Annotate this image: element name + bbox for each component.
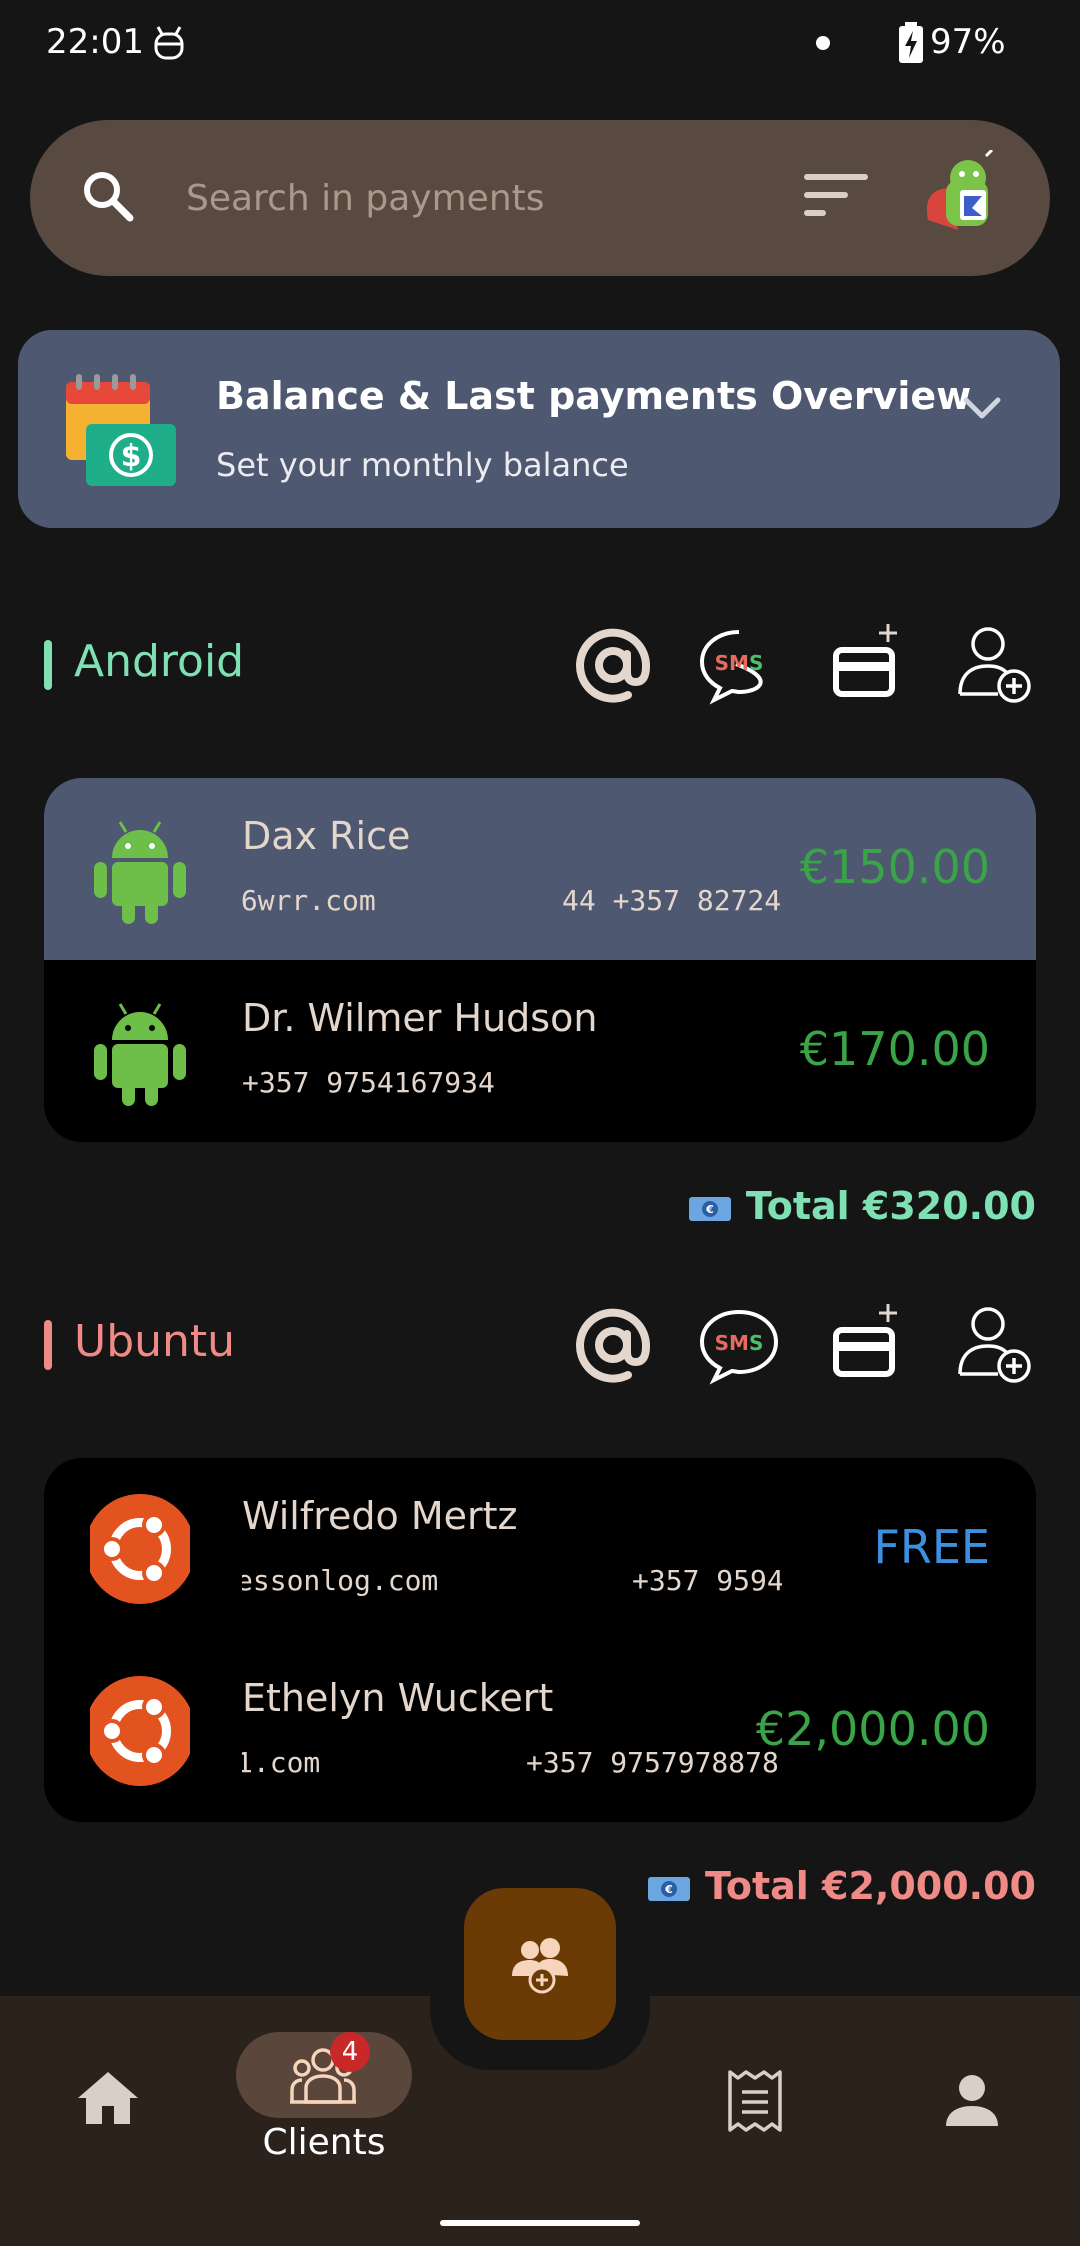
client-row[interactable]: Dr. Wilmer Hudson +357 9754167934 €170.0… — [44, 960, 1036, 1142]
overview-subtitle: Set your monthly balance — [216, 446, 629, 484]
sms-icon[interactable]: SMS — [698, 1304, 780, 1386]
client-phone: +357 9757978878 — [526, 1746, 779, 1779]
client-contact: 1.com +357 9757978878 — [242, 1746, 782, 1786]
client-phone: 44 +357 82724 — [562, 884, 782, 917]
sms-icon[interactable]: SMS — [698, 624, 780, 706]
client-list-card: Dax Rice 66wrr.com 44 +357 82724 €150.00… — [44, 778, 1036, 1142]
email-at-icon[interactable] — [572, 624, 654, 706]
add-card-icon[interactable] — [826, 620, 908, 702]
client-name: Wilfredo Mertz — [242, 1494, 518, 1538]
search-icon[interactable] — [78, 166, 138, 226]
client-email: 66wrr.com — [242, 884, 376, 917]
battery-percent: 97% — [930, 22, 1006, 62]
client-email: essonlog.com — [242, 1564, 439, 1597]
calendar-money-icon: $ — [66, 374, 176, 486]
android-icon — [94, 1003, 186, 1106]
client-amount: €2,000.00 — [755, 1702, 990, 1756]
email-at-icon[interactable] — [572, 1304, 654, 1386]
client-contact: +357 9754167934 — [242, 1066, 782, 1106]
euro-banknote-icon: € — [688, 1196, 731, 1221]
battery-charging-icon — [899, 22, 923, 63]
gesture-handle[interactable] — [440, 2220, 640, 2226]
svg-text:€: € — [705, 1203, 714, 1216]
client-name: Dax Rice — [242, 814, 411, 858]
client-row[interactable]: Dax Rice 66wrr.com 44 +357 82724 €150.00 — [44, 778, 1036, 960]
svg-text:€: € — [664, 1883, 673, 1896]
profile-avatar-icon[interactable] — [918, 150, 1008, 246]
group-total-ubuntu: € Total €2,000.00 — [647, 1864, 1036, 1908]
client-amount: FREE — [873, 1520, 990, 1574]
sort-filter-icon[interactable] — [802, 172, 872, 220]
group-accent-bar — [44, 1320, 52, 1370]
app-screen: 22:01 97% Search in payments $ Balance &… — [0, 0, 1080, 2246]
client-phone: +357 9754167934 — [242, 1066, 495, 1099]
group-total-android: € Total €320.00 — [688, 1184, 1036, 1228]
robot-icon — [154, 26, 184, 60]
euro-banknote-icon: € — [648, 1876, 690, 1901]
group-accent-bar — [44, 640, 52, 690]
status-bar: 22:01 97% — [0, 0, 1080, 86]
svg-text:SMS: SMS — [715, 651, 764, 675]
overview-title: Balance & Last payments Overview — [216, 374, 972, 418]
ubuntu-icon — [90, 1676, 190, 1786]
client-list-card: Wilfredo Mertz essonlog.com +357 9594284… — [44, 1458, 1036, 1822]
client-phone: +357 95942845 — [632, 1564, 782, 1597]
add-group-icon[interactable] — [508, 1932, 572, 1996]
client-row[interactable]: Wilfredo Mertz essonlog.com +357 9594284… — [44, 1458, 1036, 1640]
group-total-text: Total €320.00 — [745, 1184, 1036, 1228]
client-email: 1.com — [242, 1746, 321, 1779]
client-amount: €150.00 — [799, 840, 990, 894]
notification-dot-icon — [816, 36, 830, 50]
home-icon[interactable] — [76, 2068, 140, 2128]
status-time: 22:01 — [46, 22, 144, 62]
client-contact: 66wrr.com 44 +357 82724 — [242, 884, 782, 924]
client-name: Ethelyn Wuckert — [242, 1676, 554, 1720]
profile-person-icon[interactable] — [944, 2074, 1000, 2128]
nav-clients-label: Clients — [262, 2122, 386, 2163]
group-title-ubuntu: Ubuntu — [74, 1316, 236, 1367]
group-title-android: Android — [74, 636, 245, 687]
client-contact: essonlog.com +357 95942845 — [242, 1564, 782, 1604]
svg-text:SMS: SMS — [715, 1331, 764, 1355]
android-icon — [94, 821, 186, 924]
svg-text:$: $ — [121, 439, 142, 474]
client-amount: €170.00 — [799, 1022, 990, 1076]
chevron-down-icon[interactable] — [960, 392, 1004, 424]
ubuntu-icon — [90, 1494, 190, 1604]
receipt-icon[interactable] — [726, 2068, 784, 2134]
add-user-icon[interactable] — [954, 1302, 1036, 1384]
search-input[interactable] — [186, 168, 746, 228]
add-user-icon[interactable] — [954, 622, 1036, 704]
client-name: Dr. Wilmer Hudson — [242, 996, 598, 1040]
add-card-icon[interactable] — [826, 1300, 908, 1382]
client-row[interactable]: Ethelyn Wuckert 1.com +357 9757978878 €2… — [44, 1640, 1036, 1822]
group-total-text: Total €2,000.00 — [705, 1864, 1036, 1908]
clients-count-badge: 4 — [330, 2032, 370, 2072]
